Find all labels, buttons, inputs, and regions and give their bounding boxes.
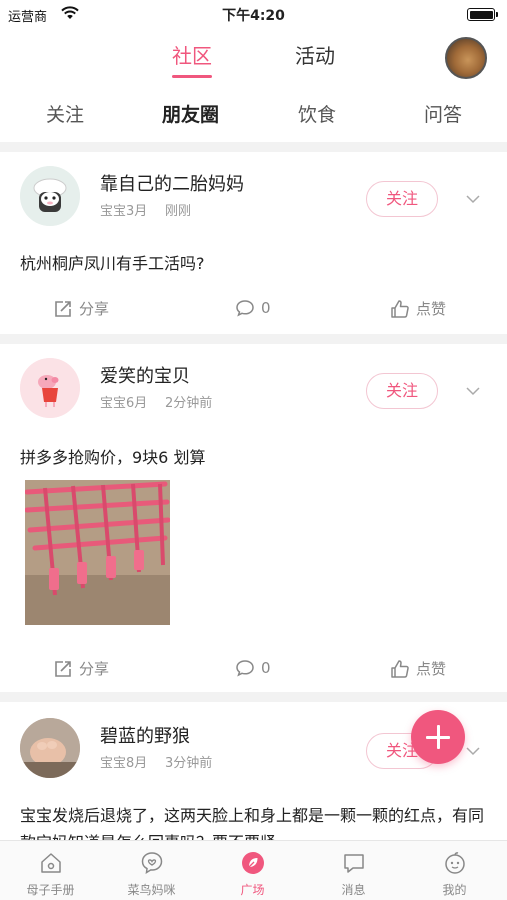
comment-icon [236, 300, 254, 317]
like-button[interactable]: 点赞 [390, 658, 446, 679]
add-post-button[interactable] [411, 710, 465, 764]
comment-count: 0 [261, 659, 271, 677]
sub-tabs: 关注 朋友圈 饮食 问答 [0, 92, 507, 136]
nav-item-novice-mom[interactable]: 菜鸟妈咪 [101, 841, 202, 900]
like-label: 点赞 [416, 300, 447, 318]
leaf-icon [242, 852, 264, 874]
nav-label: 广场 [240, 883, 265, 897]
chevron-down-icon[interactable] [466, 746, 480, 756]
thumbs-up-icon [391, 659, 409, 678]
comment-button[interactable]: 0 [235, 298, 271, 318]
sheep-avatar-icon [20, 166, 80, 226]
message-icon [344, 854, 364, 873]
baby-age: 宝宝8月 [100, 756, 148, 771]
battery-icon [467, 8, 498, 21]
tab-community[interactable]: 社区 [172, 40, 212, 78]
section-divider [0, 692, 507, 702]
author-name[interactable]: 碧蓝的野狼 [100, 722, 190, 748]
comment-icon [236, 660, 254, 677]
nav-item-mine[interactable]: 我的 [404, 841, 505, 900]
post-time: 2分钟前 [165, 396, 213, 411]
like-label: 点赞 [416, 660, 447, 678]
author-avatar[interactable] [20, 718, 80, 778]
share-label: 分享 [79, 660, 110, 678]
nav-item-messages[interactable]: 消息 [303, 841, 404, 900]
post-content: 宝宝发烧后退烧了，这两天脸上和身上都是一颗一颗的红点，有同款宝妈知道是怎么回事吗… [20, 806, 485, 840]
section-divider [0, 334, 507, 344]
subtab-follow[interactable]: 关注 [46, 100, 84, 127]
chevron-down-icon[interactable] [466, 194, 480, 204]
nav-label: 母子手册 [26, 883, 75, 897]
thumbs-up-icon [391, 299, 409, 318]
post-time: 3分钟前 [165, 756, 213, 771]
section-divider [0, 142, 507, 152]
user-avatar[interactable] [445, 37, 487, 79]
subtab-moments[interactable]: 朋友圈 [162, 100, 219, 127]
nav-label: 菜鸟妈咪 [127, 883, 176, 897]
share-button[interactable]: 分享 [53, 658, 109, 679]
like-button[interactable]: 点赞 [390, 298, 446, 319]
author-avatar[interactable] [20, 358, 80, 418]
nav-label: 消息 [341, 883, 366, 897]
post-time: 刚刚 [165, 204, 192, 219]
post-content: 杭州桐庐凤川有手工活吗? [20, 254, 205, 273]
subtab-diet[interactable]: 饮食 [298, 100, 336, 127]
share-button[interactable]: 分享 [53, 298, 109, 319]
follow-button[interactable]: 关注 [366, 373, 438, 409]
author-name[interactable]: 靠自己的二胎妈妈 [100, 170, 244, 196]
profile-face-icon [445, 852, 465, 874]
comment-button[interactable]: 0 [235, 658, 271, 678]
post-content: 拼多多抢购价，9块6 划算 [20, 448, 206, 467]
top-tabs: 社区 活动 [0, 36, 507, 80]
tab-activity[interactable]: 活动 [295, 40, 335, 69]
author-avatar[interactable] [20, 166, 80, 226]
share-label: 分享 [79, 300, 110, 318]
bottom-nav: 母子手册 菜鸟妈咪 广场 消息 我的 [0, 840, 507, 900]
peppa-avatar-icon [20, 358, 80, 418]
nav-item-square[interactable]: 广场 [202, 841, 303, 900]
share-icon [55, 300, 71, 317]
baby-hand-photo [20, 718, 80, 778]
chevron-down-icon[interactable] [466, 386, 480, 396]
nav-label: 我的 [442, 883, 467, 897]
status-time: 下午4:20 [222, 8, 285, 24]
nav-item-handbook[interactable]: 母子手册 [0, 841, 101, 900]
follow-button[interactable]: 关注 [366, 181, 438, 217]
home-icon [41, 853, 61, 873]
post-photo[interactable] [25, 480, 170, 625]
comment-count: 0 [261, 299, 271, 317]
status-bar: 运营商 下午4:20 [0, 0, 507, 28]
post-card[interactable]: 靠自己的二胎妈妈 宝宝3月 刚刚 关注 杭州桐庐凤川有手工活吗? 分享 0 点赞 [0, 152, 507, 332]
chat-bubble-icon [141, 852, 163, 874]
baby-age: 宝宝6月 [100, 396, 148, 411]
share-icon [55, 660, 71, 677]
author-name[interactable]: 爱笑的宝贝 [100, 362, 190, 388]
baby-age: 宝宝3月 [100, 204, 148, 219]
subtab-qa[interactable]: 问答 [424, 100, 462, 127]
clothes-hanger-photo [25, 480, 170, 625]
